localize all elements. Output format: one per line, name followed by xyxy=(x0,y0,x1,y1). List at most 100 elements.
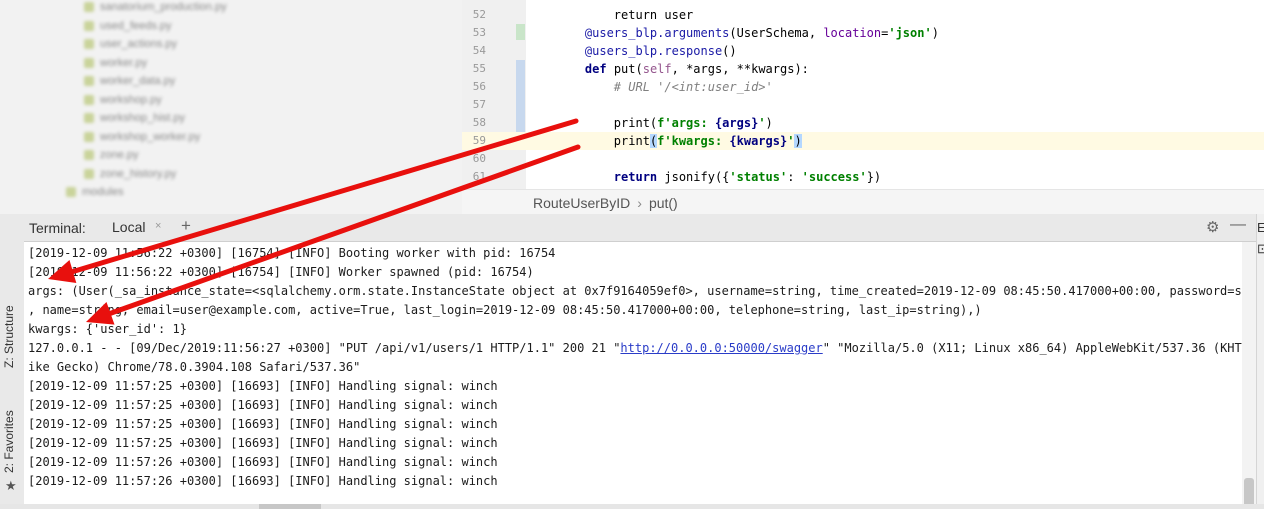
code-token: @users_blp.arguments xyxy=(556,26,730,40)
code-token: ) xyxy=(794,134,802,148)
project-tree: sanatorium_production.py used_feeds.pyuse… xyxy=(0,0,462,214)
tree-item-label: sanatorium_production.py xyxy=(100,1,227,13)
code-text: return jsonify({'status': 'success'}) xyxy=(556,168,881,186)
code-token: return xyxy=(613,170,658,184)
code-token: () xyxy=(722,44,737,58)
terminal-line: [2019-12-09 11:57:25 +0300] [16693] [INF… xyxy=(28,377,498,396)
right-strip-label[interactable]: E xyxy=(1257,220,1264,235)
tree-item-label: modules xyxy=(82,186,124,198)
python-file-icon xyxy=(84,94,94,105)
python-file-icon xyxy=(84,113,94,123)
gear-icon[interactable]: ⚙ xyxy=(1206,218,1219,236)
tab-local[interactable]: Local xyxy=(112,219,145,235)
code-token: return user xyxy=(556,8,694,22)
code-token: # URL '/<int:user_id>' xyxy=(556,80,773,94)
code-token: location xyxy=(823,26,882,40)
line-number: 61 xyxy=(472,170,486,183)
code-token: 'json' xyxy=(888,26,932,40)
terminal-output[interactable]: [2019-12-09 11:56:22 +0300] [16754] [INF… xyxy=(24,242,1242,509)
tree-item-label: zone.py xyxy=(100,149,139,161)
code-token: jsonify({ xyxy=(657,170,730,184)
line-number: 53 xyxy=(472,26,486,39)
line-number: 58 xyxy=(472,116,486,129)
right-tool-strip: E ⊡ xyxy=(1256,214,1264,509)
line-number: 56 xyxy=(472,80,486,93)
code-token: ' xyxy=(758,116,766,130)
code-text: def put(self, *args, **kwargs): xyxy=(556,60,809,78)
code-line[interactable]: 57 xyxy=(462,96,1264,114)
code-editor[interactable]: 52 return user 53 @users_blp.arguments(Us… xyxy=(462,0,1264,214)
code-text: print(f'kwargs: {kwargs}') xyxy=(556,132,802,150)
tree-item[interactable]: user_actions.py xyxy=(84,38,178,50)
tree-item[interactable]: sanatorium_production.py xyxy=(84,1,227,13)
code-token: put( xyxy=(606,62,643,76)
minimize-icon[interactable]: — xyxy=(1230,216,1246,234)
code-line[interactable]: 59 print(f'kwargs: {kwargs}') xyxy=(462,132,1264,150)
tree-item[interactable]: workshop_worker.py xyxy=(84,130,201,143)
code-token: f'kwargs: xyxy=(657,134,730,148)
code-line[interactable]: 55 def put(self, *args, **kwargs): xyxy=(462,60,1264,78)
tree-item-label: workshop.py xyxy=(100,93,162,106)
tree-item[interactable]: used_feeds.py xyxy=(84,20,172,32)
breadcrumb-class[interactable]: RouteUserByID xyxy=(533,195,630,211)
line-number: 52 xyxy=(472,8,486,21)
tree-item[interactable]: zone.py xyxy=(84,149,139,161)
code-token: print( xyxy=(556,116,658,130)
code-line[interactable]: 58 print(f'args: {args}') xyxy=(462,114,1264,132)
breadcrumb-method[interactable]: put() xyxy=(649,195,678,211)
python-file-icon xyxy=(84,2,94,12)
code-token: f'args: xyxy=(657,116,715,130)
tree-item-label: worker.py xyxy=(100,56,148,69)
breadcrumb-separator: › xyxy=(637,194,642,211)
code-text: @users_blp.response() xyxy=(556,42,737,60)
tree-item[interactable]: workshop_hist.py xyxy=(84,112,185,124)
close-icon[interactable]: × xyxy=(155,220,161,232)
terminal-scrollbar[interactable] xyxy=(1242,242,1256,509)
tree-item-label: workshop_worker.py xyxy=(100,130,201,143)
tree-item-label: workshop_hist.py xyxy=(100,112,185,124)
code-line[interactable]: 53 @users_blp.arguments(UserSchema, loca… xyxy=(462,24,1264,42)
terminal-line: [2019-12-09 11:57:25 +0300] [16693] [INF… xyxy=(28,415,498,434)
tree-item[interactable]: zone_history.py xyxy=(84,167,177,180)
code-line[interactable]: 52 return user xyxy=(462,6,1264,24)
scrollbar-thumb[interactable] xyxy=(259,504,321,509)
terminal-line: 127.0.0.1 - - [09/Dec/2019:11:56:27 +030… xyxy=(28,339,1242,358)
horizontal-scrollbar[interactable] xyxy=(0,504,1264,509)
terminal-line: [2019-12-09 11:56:22 +0300] [16754] [INF… xyxy=(28,263,534,282)
code-text: print(f'args: {args}') xyxy=(556,114,773,132)
terminal-line-text: " "Mozilla/5.0 (X11; Linux x86_64) Apple… xyxy=(822,341,1242,355)
favorites-tab[interactable]: 2: Favorites xyxy=(2,402,22,482)
terminal-line: ike Gecko) Chrome/78.0.3904.108 Safari/5… xyxy=(28,358,360,377)
terminal-line-text: [2019-12-09 11:56:22 +0300] [16754] [INF… xyxy=(28,246,556,260)
tree-item[interactable]: worker.py xyxy=(84,56,148,69)
terminal-line: [2019-12-09 11:56:22 +0300] [16754] [INF… xyxy=(28,244,555,263)
add-icon[interactable]: + xyxy=(181,216,191,236)
python-file-icon xyxy=(84,131,94,142)
tree-item-label: zone_history.py xyxy=(100,167,177,180)
terminal-title: Terminal: xyxy=(29,220,86,236)
code-line[interactable]: 54 @users_blp.response() xyxy=(462,42,1264,60)
python-file-icon xyxy=(84,150,94,160)
terminal-line-text: [2019-12-09 11:57:26 +0300] [16693] [INF… xyxy=(28,455,498,469)
code-line[interactable]: 56 # URL '/<int:user_id>' xyxy=(462,78,1264,96)
code-line[interactable]: 61 return jsonify({'status': 'success'}) xyxy=(462,168,1264,186)
line-number: 57 xyxy=(472,98,486,111)
structure-tab[interactable]: Z: Structure xyxy=(2,292,22,382)
folder-icon xyxy=(66,187,76,197)
code-token: , *args, **kwargs): xyxy=(671,62,809,76)
code-token: ) xyxy=(765,116,773,130)
swagger-link[interactable]: http://0.0.0.0:50000/swagger xyxy=(620,341,822,355)
terminal-line: args: (User(_sa_instance_state=<sqlalche… xyxy=(28,282,1242,301)
code-line[interactable]: 60 xyxy=(462,150,1264,168)
tree-item[interactable]: modules xyxy=(66,186,124,198)
left-tool-strip: Z: Structure 2: Favorites ★ xyxy=(0,214,25,509)
tree-item[interactable]: workshop.py xyxy=(84,93,162,106)
terminal-line-text: [2019-12-09 11:57:25 +0300] [16693] [INF… xyxy=(28,398,498,412)
terminal-header: Terminal: Local × + ⚙ — xyxy=(24,214,1256,242)
tree-item-label: user_actions.py xyxy=(100,38,178,50)
terminal-line-text: ike Gecko) Chrome/78.0.3904.108 Safari/5… xyxy=(28,360,361,374)
code-token: }) xyxy=(866,170,882,184)
tree-item[interactable]: worker_data.py xyxy=(84,75,175,87)
